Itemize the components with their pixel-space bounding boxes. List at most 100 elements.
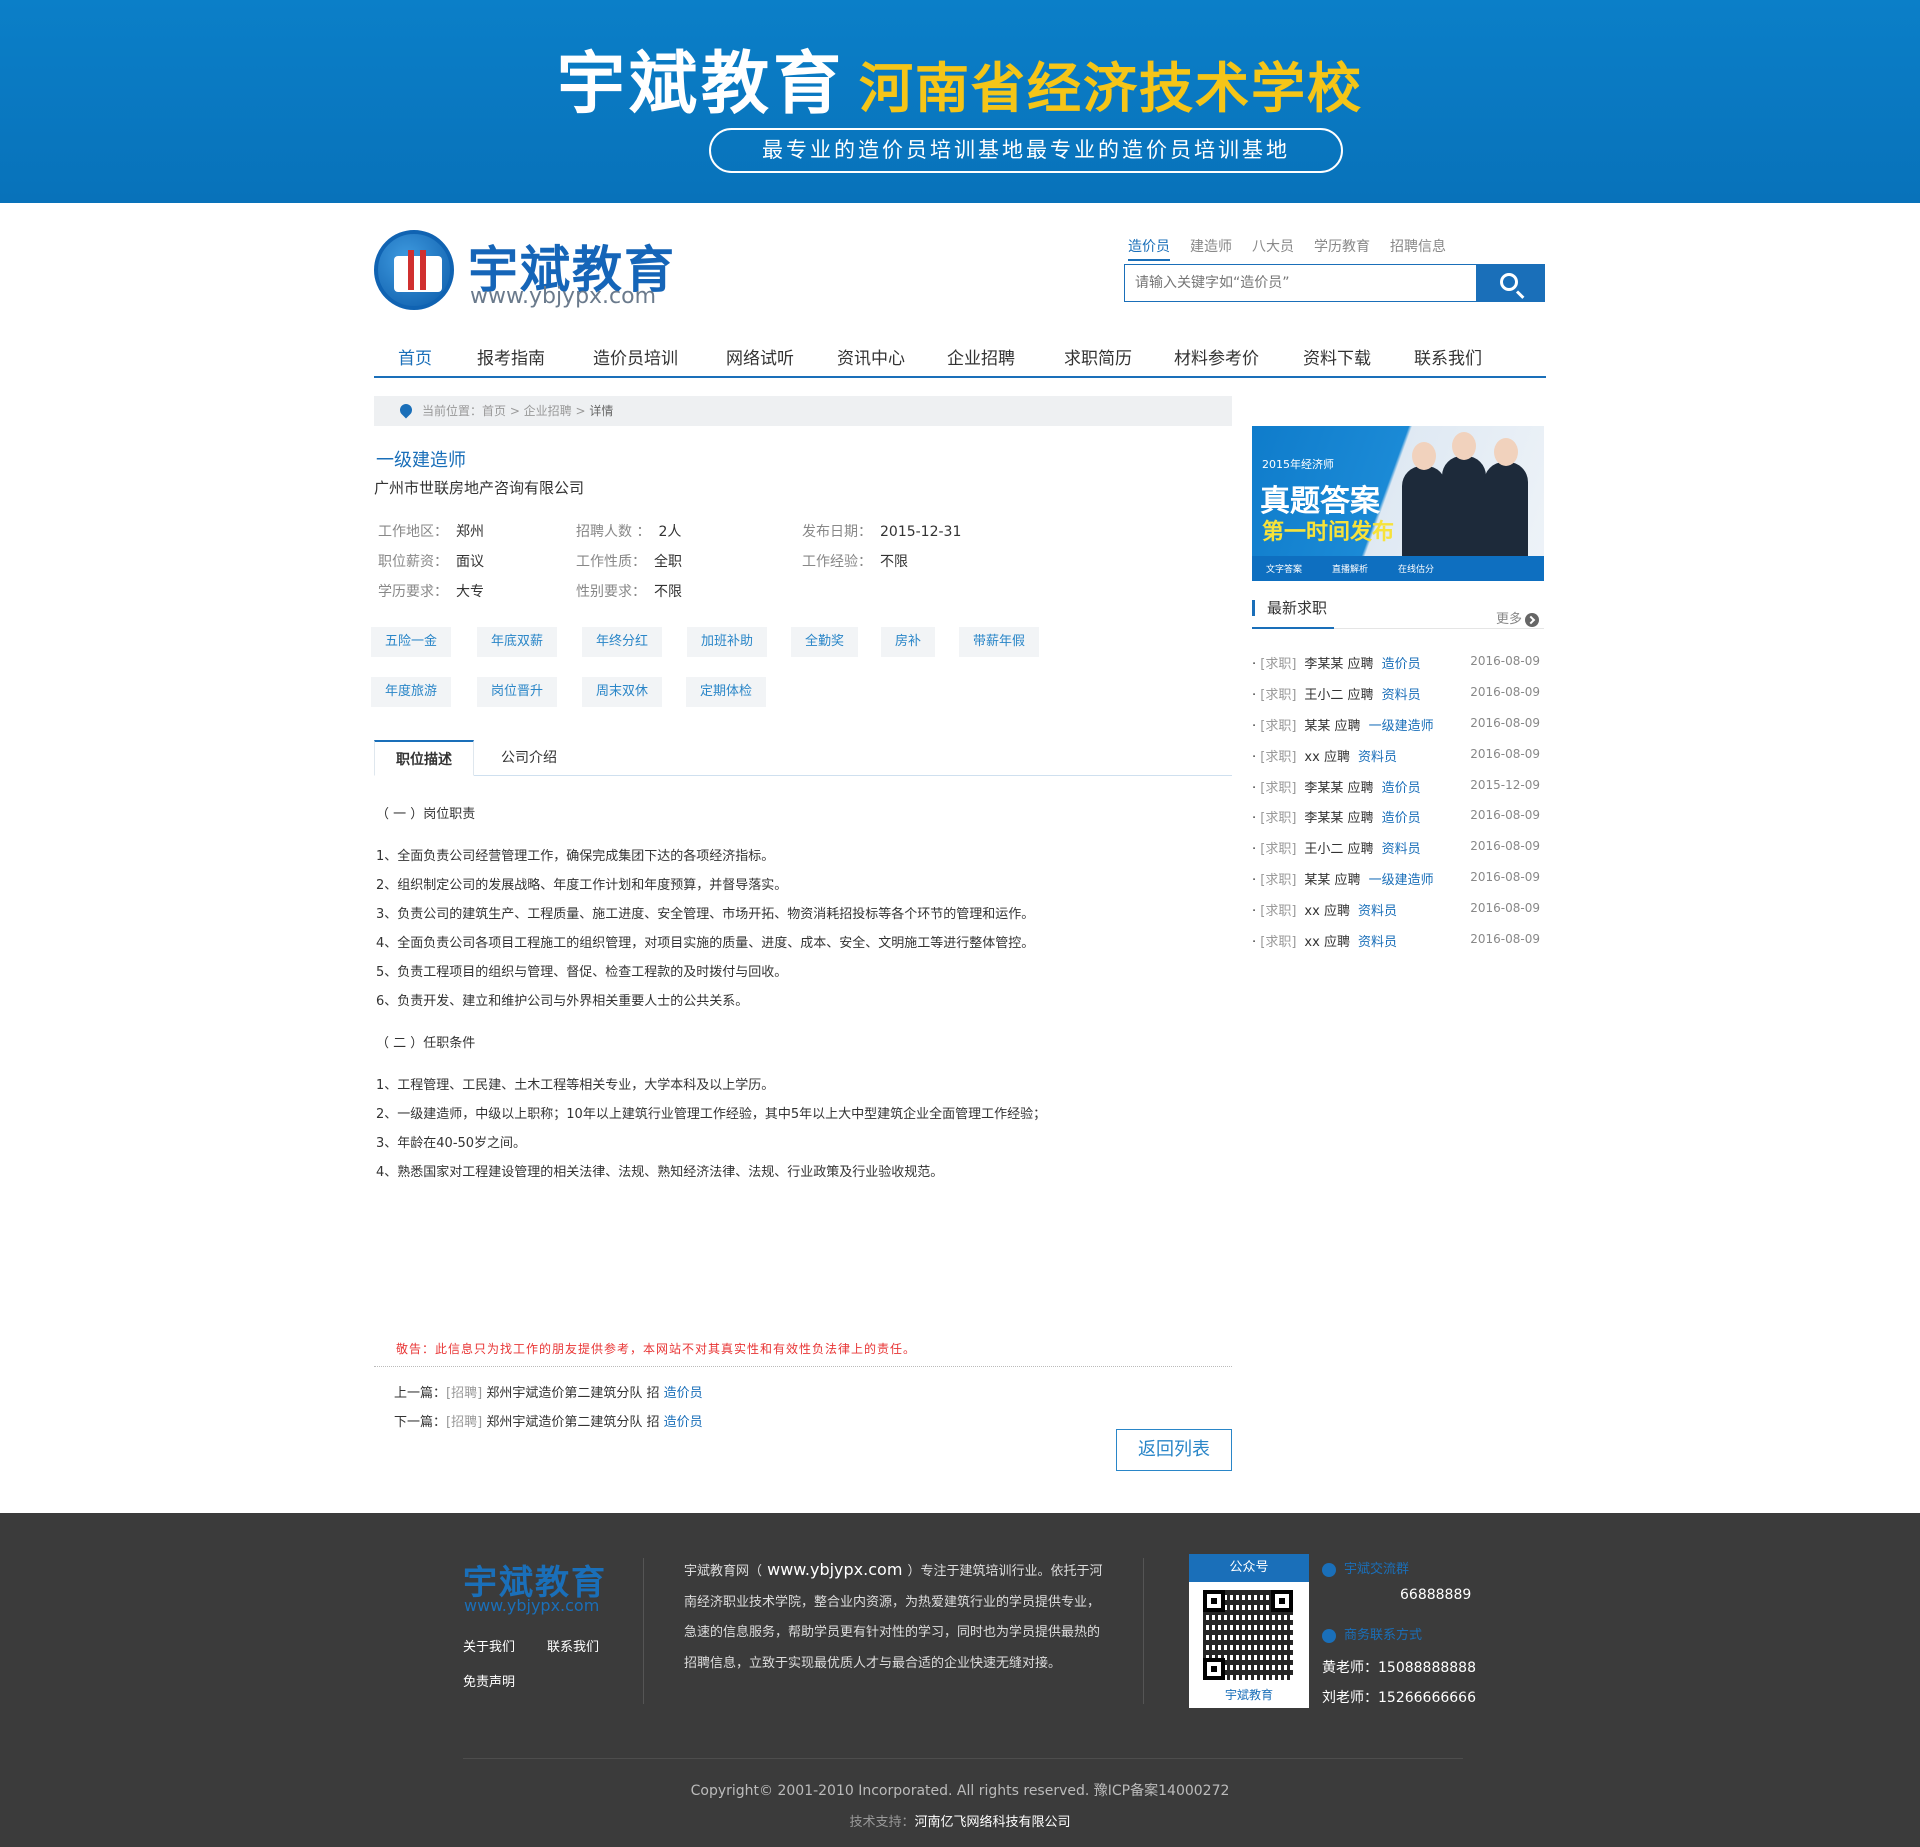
next-article-link[interactable]: 下一篇：[招聘] 郑州宇斌造价第二建筑分队 招 造价员 [394,1411,703,1430]
qq-icon [1322,1562,1336,1577]
divider [374,1366,1232,1367]
wechat-qr-card: 公众号 宇斌教育 [1189,1554,1309,1708]
site-logo[interactable]: 宇斌教育 www.ybjypx.com [374,228,674,312]
search-tab-education[interactable]: 学历教育 [1314,239,1370,255]
nav-downloads[interactable]: 资料下载 [1303,344,1371,369]
benefit-tag: 房补 [881,627,936,657]
benefit-tag: 全勤奖 [791,627,859,657]
duty-item: 2、组织制定公司的发展战略、年度工作计划和年度预算，并督导落实。 [376,878,788,893]
back-to-list-button[interactable]: 返回列表 [1116,1429,1232,1471]
contact-label: 商务联系方式 [1322,1624,1422,1643]
info-gender: 性别要求： 不限 [576,584,682,600]
benefit-tag: 五险一金 [371,627,452,657]
nav-news[interactable]: 资讯中心 [837,344,905,369]
search-button[interactable] [1476,264,1545,302]
divider [1143,1558,1144,1704]
more-link[interactable]: 更多 [1496,608,1540,627]
benefit-tag: 年度旅游 [371,677,452,707]
top-banner: 宇斌教育 河南省经济技术学校 最专业的造价员培训基地最专业的造价员培训基地 [0,0,1920,203]
list-item[interactable]: · [求职] 李某某 应聘 造价员 2015-12-09 [1252,777,1544,796]
footer-url: www.ybjypx.com [464,1596,600,1615]
list-item[interactable]: · [求职] 王小二 应聘 资料员 2016-08-09 [1252,684,1544,703]
search-tab-constructor[interactable]: 建造师 [1190,239,1232,255]
breadcrumb-current: 详情 [589,404,614,418]
divider [643,1558,644,1704]
qr-caption: 宇斌教育 [1224,1688,1273,1702]
benefit-tag: 年终分红 [582,627,663,657]
list-item[interactable]: · [求职] 李某某 应聘 造价员 2016-08-09 [1252,807,1544,826]
info-headcount: 招聘人数 ： 2人 [576,524,682,540]
ad-year: 2015年经济师 [1262,458,1334,471]
logo-book-icon [374,230,454,310]
footer-link-about[interactable]: 关于我们 [463,1636,515,1655]
requirement-item: 2、一级建造师，中级以上职称；10年以上建筑行业管理工作经验，其中5年以上大中型… [376,1107,1047,1122]
latest-jobseekers-title: 最新求职 [1252,600,1327,616]
requirement-item: 3、年龄在40-50岁之间。 [376,1136,527,1151]
info-salary: 职位薪资： 面议 [378,554,484,570]
info-work-area: 工作地区： 郑州 [378,524,484,540]
tab-company-intro[interactable]: 公司介绍 [484,740,574,776]
tech-support: 技术支持：河南亿飞网络科技有限公司 [849,1815,1071,1830]
group-label: 宇斌交流群 [1322,1558,1409,1577]
duty-item: 3、负责公司的建筑生产、工程质量、施工进度、安全管理、市场开拓、物资消耗招投标等… [376,907,1035,922]
search-box [1124,264,1545,302]
list-item[interactable]: · [求职] 某某 应聘 一级建造师 2016-08-09 [1252,869,1544,888]
prev-article-link[interactable]: 上一篇：[招聘] 郑州宇斌造价第二建筑分队 招 造价员 [394,1382,703,1401]
qr-title: 公众号 [1229,1560,1269,1575]
banner-title: 宇斌教育 河南省经济技术学校 [0,28,1920,127]
footer-link-contact[interactable]: 联系我们 [547,1636,599,1655]
list-item[interactable]: · [求职] 某某 应聘 一级建造师 2016-08-09 [1252,715,1544,734]
benefit-tag: 带薪年假 [959,627,1040,657]
banner-school: 河南省经济技术学校 [859,57,1363,120]
divider [1252,627,1544,629]
benefit-tag: 定期体检 [686,677,767,707]
footer-about-text: 宇斌教育网（ www.ybjypx.com ）专注于建筑培训行业。依托于河南经济… [684,1560,1103,1671]
nav-cost-training[interactable]: 造价员培训 [593,344,678,369]
nav-recruit[interactable]: 企业招聘 [947,344,1015,369]
tech-company[interactable]: 河南亿飞网络科技有限公司 [915,1815,1071,1830]
breadcrumb-path[interactable]: 当前位置：首页 > 企业招聘 > [422,404,589,418]
nav-online-audition[interactable]: 网络试听 [726,344,794,369]
search-input[interactable] [1125,265,1475,301]
contact-liu: 刘老师：15266666666 [1322,1690,1476,1706]
search-category-tabs: 造价员 建造师 八大员 学历教育 招聘信息 [1128,236,1466,261]
exam-answer-ad-banner[interactable]: 2015年经济师 真题答案 第一时间发布 文字答案 直播解析 在线估分 [1252,426,1544,581]
section-duties-heading: （ 一 ）岗位职责 [376,807,476,822]
detail-tabs: 职位描述 公司介绍 [374,740,1232,776]
copyright: Copyright© 2001-2010 Incorporated. All r… [690,1783,1230,1799]
group-number: 66888889 [1400,1587,1472,1603]
banner-slogan: 最专业的造价员培训基地最专业的造价员培训基地 [709,128,1343,173]
search-tab-eight-staff[interactable]: 八大员 [1252,239,1294,255]
company-name: 广州市世联房地产咨询有限公司 [374,479,585,497]
nav-resume[interactable]: 求职简历 [1064,344,1132,369]
wechat-icon: 公众号 [1189,1554,1309,1582]
search-tab-cost-engineer[interactable]: 造价员 [1128,239,1170,261]
nav-exam-guide[interactable]: 报考指南 [477,344,545,369]
phone-icon [1322,1628,1336,1643]
info-publish-date: 发布日期： 2015-12-31 [802,524,962,540]
location-pin-icon [397,401,415,419]
info-experience: 工作经验： 不限 [802,554,908,570]
main-nav: 首页 报考指南 造价员培训 网络试听 资讯中心 企业招聘 求职简历 材料参考价 … [374,336,1546,378]
tab-job-description[interactable]: 职位描述 [374,740,474,776]
duty-item: 6、负责开发、建立和维护公司与外界相关重要人士的公共关系。 [376,994,749,1009]
benefit-tag: 加班补助 [687,627,768,657]
duty-item: 5、负责工程项目的组织与管理、督促、检查工程款的及时拨付与回收。 [376,965,788,980]
benefit-tag: 年底双薪 [477,627,558,657]
ad-feature-bar: 文字答案 直播解析 在线估分 [1252,556,1544,581]
list-item[interactable]: · [求职] xx 应聘 资料员 2016-08-09 [1252,900,1544,919]
requirement-item: 1、工程管理、工民建、土木工程等相关专业，大学本科及以上学历。 [376,1078,775,1093]
section-requirements-heading: （ 二 ）任职条件 [376,1036,476,1051]
list-item[interactable]: · [求职] xx 应聘 资料员 2016-08-09 [1252,746,1544,765]
nav-material-price[interactable]: 材料参考价 [1174,344,1259,369]
nav-home[interactable]: 首页 [398,344,432,369]
arrow-right-icon [1525,612,1540,627]
footer-link-disclaimer[interactable]: 免责声明 [463,1671,515,1690]
duty-item: 1、全面负责公司经营管理工作，确保完成集团下达的各项经济指标。 [376,849,775,864]
list-item[interactable]: · [求职] 王小二 应聘 资料员 2016-08-09 [1252,838,1544,857]
list-item[interactable]: · [求职] xx 应聘 资料员 2016-08-09 [1252,931,1544,950]
job-title: 一级建造师 [376,450,466,471]
list-item[interactable]: · [求职] 李某某 应聘 造价员 2016-08-09 [1252,653,1544,672]
nav-contact[interactable]: 联系我们 [1414,344,1482,369]
search-tab-recruit[interactable]: 招聘信息 [1390,239,1446,255]
